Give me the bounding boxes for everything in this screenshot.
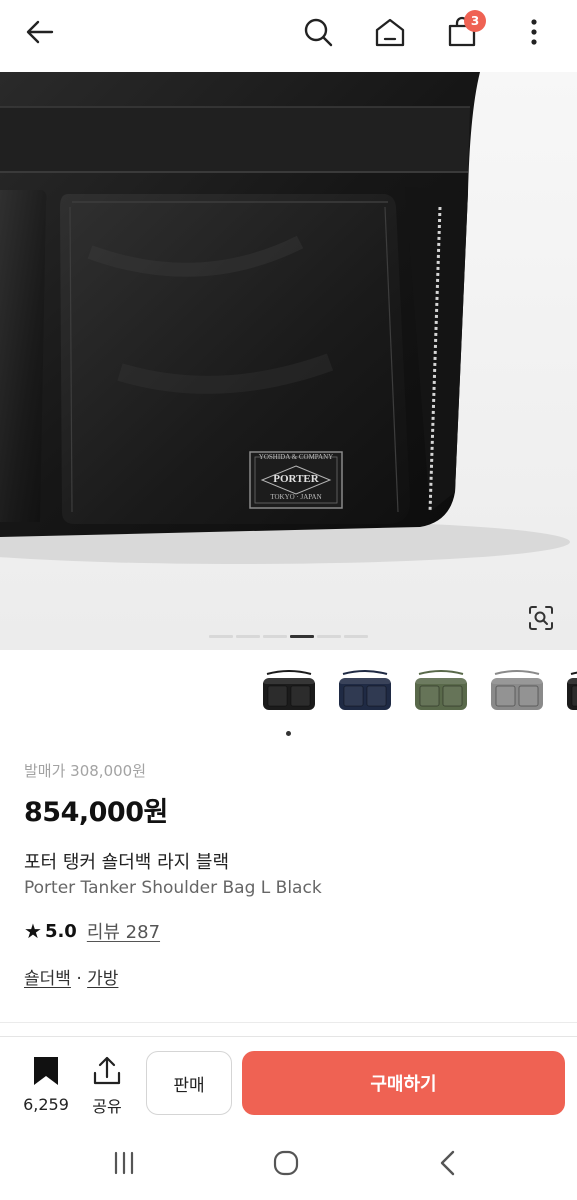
share-icon — [93, 1056, 121, 1085]
variant-thumbnail-black-partial[interactable] — [562, 666, 577, 718]
variant-thumbnail-black[interactable] — [258, 666, 320, 718]
sell-button[interactable]: 판매 — [146, 1051, 232, 1115]
share-button[interactable]: 공유 — [84, 1055, 130, 1117]
home-icon — [375, 18, 405, 47]
rating-row: ★ 5.0 리뷰 287 — [24, 918, 160, 944]
carousel-indicator — [0, 635, 577, 638]
system-back-button[interactable] — [428, 1148, 468, 1178]
bottom-action-bar: 6,259 공유 판매 구매하기 — [0, 1036, 577, 1130]
thumbnail-page-dot — [286, 731, 291, 736]
variant-thumbnail-navy[interactable] — [334, 666, 396, 718]
variant-thumbnail-silver-gray[interactable] — [486, 666, 548, 718]
search-button[interactable] — [296, 10, 340, 54]
recent-apps-icon — [114, 1151, 134, 1175]
bookmark-count: 6,259 — [23, 1095, 69, 1114]
bookmark-button[interactable]: 6,259 — [16, 1055, 76, 1114]
system-home-button[interactable] — [266, 1148, 306, 1178]
arrow-left-icon — [26, 20, 54, 44]
product-name-english: Porter Tanker Shoulder Bag L Black — [24, 878, 322, 898]
variant-thumbnail-olive[interactable] — [410, 666, 472, 718]
carousel-dot-active — [290, 635, 314, 638]
buy-button[interactable]: 구매하기 — [242, 1051, 565, 1115]
search-icon — [304, 18, 333, 47]
carousel-dot — [236, 635, 260, 638]
carousel-dot — [263, 635, 287, 638]
star-icon: ★ — [24, 919, 42, 943]
home-button[interactable] — [368, 10, 412, 54]
category-separator: · — [70, 969, 88, 989]
bag-thumbnail-image — [263, 670, 315, 710]
carousel-dot — [344, 635, 368, 638]
carousel-dot — [209, 635, 233, 638]
rating-score: 5.0 — [44, 920, 77, 942]
review-link[interactable]: 리뷰 287 — [87, 918, 160, 944]
category-link-shoulder-bag[interactable]: 숄더백 — [24, 969, 71, 989]
image-search-icon — [529, 606, 553, 630]
cart-count-badge: 3 — [464, 10, 486, 32]
share-label: 공유 — [92, 1097, 122, 1116]
category-link-bag[interactable]: 가방 — [87, 969, 118, 989]
release-price: 발매가 308,000원 — [24, 762, 146, 780]
product-name-korean: 포터 탱커 숄더백 라지 블랙 — [24, 852, 230, 873]
top-app-bar: 3 — [0, 0, 577, 72]
system-navigation-bar — [0, 1130, 577, 1200]
more-button[interactable] — [512, 10, 556, 54]
brand-label-main: PORTER — [273, 473, 319, 485]
carousel-dot — [317, 635, 341, 638]
recent-apps-button[interactable] — [104, 1148, 144, 1178]
category-breadcrumb: 숄더백 · 가방 — [24, 964, 118, 989]
bag-thumbnail-image — [567, 671, 577, 710]
section-divider — [0, 1022, 577, 1023]
back-chevron-icon — [440, 1150, 455, 1176]
more-vertical-icon — [531, 19, 537, 45]
variant-thumbnails — [0, 660, 577, 730]
cart-button[interactable]: 3 — [440, 10, 486, 54]
brand-label-top: YOSHIDA & COMPANY — [258, 453, 334, 461]
product-image-carousel[interactable]: YOSHIDA & COMPANY PORTER TOKYO · JAPAN — [0, 72, 577, 650]
image-search-button[interactable] — [527, 604, 555, 632]
bookmark-icon — [34, 1057, 58, 1085]
brand-label-bottom: TOKYO · JAPAN — [270, 493, 322, 501]
product-photo — [0, 72, 577, 650]
current-price: 854,000원 — [24, 797, 168, 828]
back-button[interactable] — [18, 10, 62, 54]
bag-thumbnail-image — [491, 670, 543, 710]
bag-thumbnail-image — [415, 670, 467, 710]
home-circle-icon — [273, 1150, 299, 1176]
bag-thumbnail-image — [339, 670, 391, 710]
